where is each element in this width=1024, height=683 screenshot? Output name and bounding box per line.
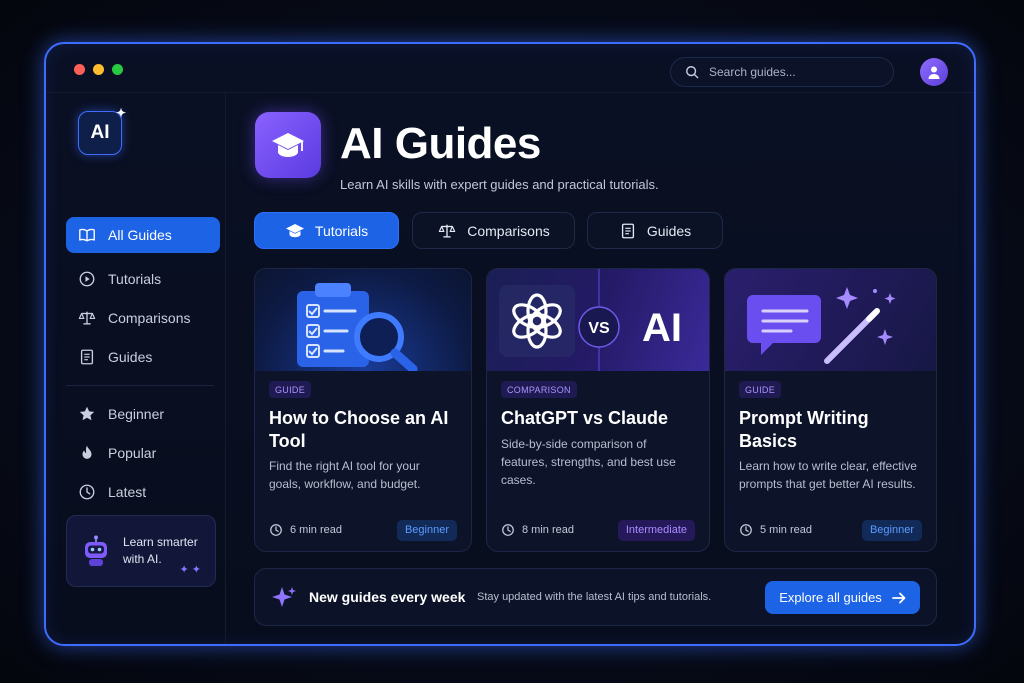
scale-icon [78, 311, 96, 325]
read-time: 5 min read [739, 523, 812, 537]
graduation-cap-icon [285, 223, 304, 237]
card-image [725, 269, 936, 371]
user-icon [928, 66, 940, 79]
promo-line1: Learn smarter [123, 535, 198, 549]
tab-label: Comparisons [467, 222, 550, 239]
card-description: Learn how to write clear, effective prom… [739, 459, 917, 491]
book-open-icon [79, 228, 95, 242]
clipboard-magnifier-icon [297, 283, 418, 374]
button-label: Explore all guides [779, 590, 882, 605]
tab-label: Tutorials [314, 222, 369, 239]
card-image: VS AI [487, 269, 709, 371]
banner-subtitle: Stay updated with the latest AI tips and… [477, 591, 712, 603]
page-subtitle: Learn AI skills with expert guides and p… [340, 177, 659, 192]
star-icon [79, 406, 95, 421]
tab-guides[interactable]: Guides [587, 212, 723, 249]
sidebar-item-label: Latest [108, 484, 147, 500]
card-title: How to Choose an AI Tool [269, 408, 449, 451]
arrow-right-icon [891, 592, 906, 603]
sidebar-item-label: Guides [108, 349, 153, 365]
page-title: AI Guides [340, 119, 541, 168]
weekly-guides-banner: New guides every week Stay updated with … [254, 568, 937, 626]
card-description: Side-by-side comparison of features, str… [501, 437, 676, 487]
graduation-cap-icon [255, 112, 321, 178]
guide-card-choose-tool[interactable]: GUIDE How to Choose an AI Tool Find the … [254, 268, 472, 552]
card-description: Find the right AI tool for your goals, w… [269, 459, 421, 491]
sidebar-item-all-guides[interactable]: All Guides [66, 217, 220, 253]
card-image [255, 269, 471, 374]
card-footer: 6 min read Beginner [269, 519, 457, 541]
sidebar-item-popular[interactable]: Popular [66, 435, 220, 471]
flame-icon [82, 445, 92, 459]
guide-card-chatgpt-vs-claude[interactable]: VS AI COMPARISON ChatGPT vs Claude Side-… [486, 268, 710, 552]
document-icon [80, 349, 94, 365]
sidebar-item-label: Beginner [108, 406, 165, 422]
card-badge: COMPARISON [501, 381, 577, 398]
clock-icon [740, 524, 752, 536]
level-badge: Intermediate [617, 519, 695, 541]
document-icon [621, 223, 634, 238]
search-input[interactable] [709, 65, 879, 79]
sidebar-item-comparisons[interactable]: Comparisons [66, 300, 220, 336]
sparkle-icon: ✦ ✦ [179, 564, 202, 576]
promo-card[interactable]: Learn smarter with AI. ✦ ✦ [66, 515, 216, 587]
sidebar-item-label: Tutorials [108, 271, 162, 287]
vs-label: VS [588, 320, 610, 337]
sidebar-item-label: Comparisons [108, 310, 191, 326]
chat-bubble-wand-icon [747, 287, 896, 364]
sidebar: AI ✦ All Guides Tutorials Comparisons Gu… [46, 93, 226, 644]
card-title: ChatGPT vs Claude [501, 408, 669, 428]
app-window: AI ✦ All Guides Tutorials Comparisons Gu… [44, 42, 976, 646]
sparkle-icon: ✦ [115, 106, 126, 120]
clock-icon [502, 524, 514, 536]
sparkle-icon [272, 587, 296, 607]
close-window-button[interactable] [74, 64, 85, 75]
minimize-window-button[interactable] [93, 64, 104, 75]
read-time-label: 6 min read [290, 524, 342, 536]
maximize-window-button[interactable] [112, 64, 123, 75]
read-time-label: 8 min read [522, 524, 574, 536]
tab-label: Guides [646, 222, 692, 239]
user-avatar[interactable] [920, 58, 948, 86]
card-footer: 8 min read Intermediate [501, 519, 695, 541]
sidebar-item-label: All Guides [108, 227, 172, 243]
play-circle-icon [79, 271, 95, 287]
level-badge: Beginner [396, 519, 457, 541]
logo-text: AI [90, 122, 110, 143]
search-bar[interactable] [670, 57, 894, 87]
read-time: 8 min read [501, 523, 574, 537]
banner-title: New guides every week [309, 589, 466, 605]
claude-logo-text: AI [642, 306, 682, 350]
card-title: Prompt Writing Basics [739, 408, 869, 451]
clock-icon [79, 484, 95, 500]
clock-icon [270, 524, 282, 536]
search-icon [686, 66, 699, 79]
robot-icon [85, 535, 107, 566]
sidebar-item-latest[interactable]: Latest [66, 474, 220, 510]
sidebar-item-guides[interactable]: Guides [66, 339, 220, 375]
card-footer: 5 min read Beginner [739, 519, 922, 541]
read-time-label: 5 min read [760, 524, 812, 536]
sidebar-item-tutorials[interactable]: Tutorials [66, 261, 220, 297]
main-content: AI Guides Learn AI skills with expert gu… [227, 93, 974, 644]
guide-card-prompt-writing[interactable]: GUIDE Prompt Writing Basics Learn how to… [724, 268, 937, 552]
scale-icon [439, 224, 456, 238]
explore-all-guides-button[interactable]: Explore all guides [765, 581, 920, 614]
tab-tutorials[interactable]: Tutorials [254, 212, 399, 249]
sidebar-divider [66, 385, 214, 386]
openai-logo-icon [499, 285, 575, 357]
app-logo[interactable]: AI ✦ [78, 106, 126, 155]
window-controls [74, 64, 123, 75]
read-time: 6 min read [269, 523, 342, 537]
card-badge: GUIDE [269, 381, 312, 398]
tab-comparisons[interactable]: Comparisons [412, 212, 575, 249]
sidebar-item-beginner[interactable]: Beginner [66, 396, 220, 432]
sidebar-item-label: Popular [108, 445, 157, 461]
card-badge: GUIDE [739, 381, 782, 398]
level-badge: Beginner [861, 519, 922, 541]
